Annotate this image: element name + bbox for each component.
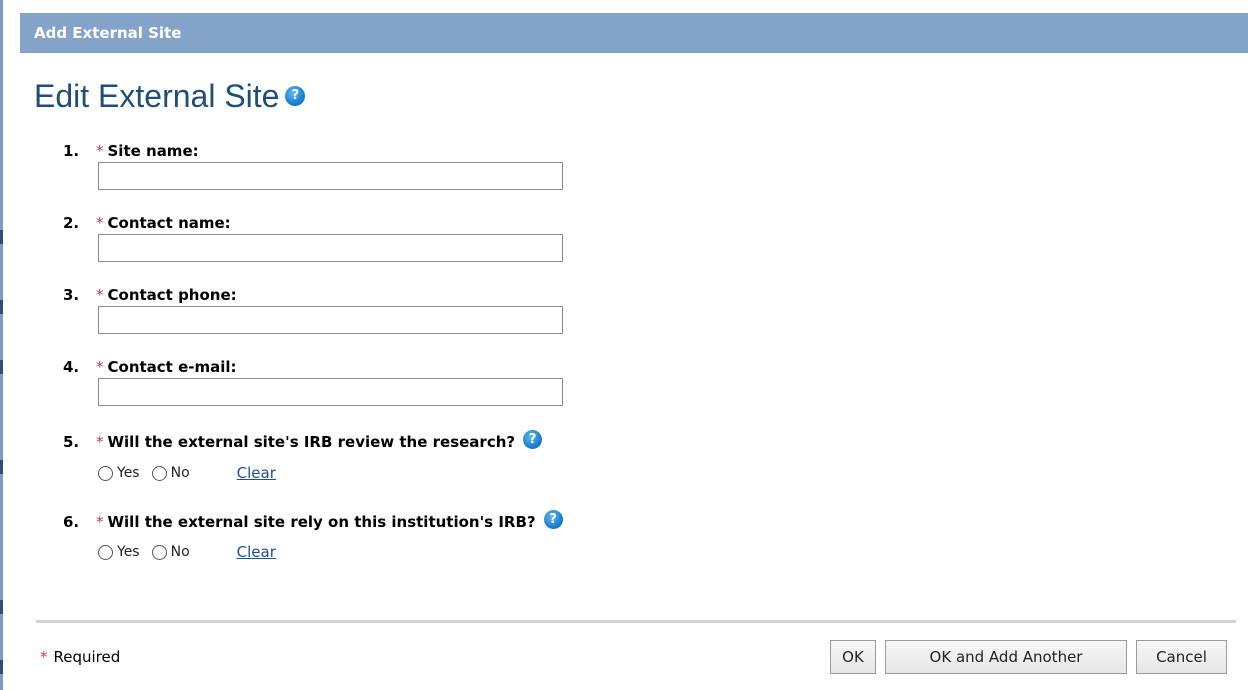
question-label: Contact phone: [107, 286, 237, 304]
ok-add-another-button[interactable]: OK and Add Another [885, 640, 1127, 674]
irb-review-options: Yes No Clear [98, 463, 276, 483]
irb-review-yes-radio[interactable] [98, 465, 113, 481]
window-left-edge [0, 0, 3, 690]
help-icon[interactable]: ? [285, 85, 306, 106]
question-irb-review: 5. * Will the external site's IRB review t… [63, 430, 543, 452]
rely-on-irb-clear-link[interactable]: Clear [237, 543, 276, 561]
dialog-title: Add External Site [20, 13, 1248, 53]
question-number: 6. [63, 513, 80, 531]
radio-label: Yes [117, 544, 140, 560]
contact-phone-input[interactable] [98, 306, 563, 334]
question-label: Contact name: [107, 214, 231, 232]
radio-label: No [170, 465, 190, 481]
dialog: Add External Site Edit External Site? 1.… [20, 8, 1248, 690]
question-number: 2. [63, 214, 80, 232]
question-number: 3. [63, 286, 80, 304]
rely-on-irb-no-radio[interactable] [151, 544, 167, 560]
help-icon[interactable]: ? [543, 510, 563, 529]
required-note: * Required [40, 648, 120, 666]
question-label: Contact e-mail: [107, 358, 237, 376]
required-marker: * [96, 142, 104, 160]
page-title: Edit External Site? [34, 78, 306, 115]
ok-button[interactable]: OK [830, 640, 876, 674]
page-title-text: Edit External Site [34, 78, 280, 114]
help-icon[interactable]: ? [523, 430, 543, 449]
question-label: Site name: [107, 142, 199, 160]
question-number: 5. [63, 433, 80, 451]
question-number: 4. [63, 358, 80, 376]
required-note-text: Required [53, 648, 121, 666]
contact-email-input[interactable] [98, 378, 563, 406]
required-marker: * [96, 286, 104, 304]
question-contact-phone: 3. * Contact phone: [63, 286, 237, 304]
required-marker: * [96, 513, 104, 531]
question-number: 1. [63, 142, 80, 160]
radio-label: No [170, 544, 190, 560]
question-site-name: 1. * Site name: [63, 142, 199, 160]
irb-review-clear-link[interactable]: Clear [237, 464, 276, 482]
question-label: Will the external site's IRB review the … [107, 433, 516, 451]
footer-divider [36, 620, 1236, 623]
site-name-input[interactable] [98, 162, 563, 190]
contact-name-input[interactable] [98, 234, 563, 262]
required-marker: * [96, 358, 104, 376]
radio-label: Yes [117, 465, 140, 481]
rely-on-irb-options: Yes No Clear [98, 542, 276, 562]
question-contact-name: 2. * Contact name: [63, 214, 231, 232]
irb-review-no-radio[interactable] [151, 465, 167, 481]
required-marker: * [40, 648, 48, 666]
rely-on-irb-yes-radio[interactable] [98, 544, 113, 560]
cancel-button[interactable]: Cancel [1136, 640, 1227, 674]
required-marker: * [96, 433, 104, 451]
question-rely-on-irb: 6. * Will the external site rely on this i… [63, 510, 563, 532]
question-contact-email: 4. * Contact e-mail: [63, 358, 237, 376]
required-marker: * [96, 214, 104, 232]
question-label: Will the external site rely on this inst… [107, 513, 536, 531]
